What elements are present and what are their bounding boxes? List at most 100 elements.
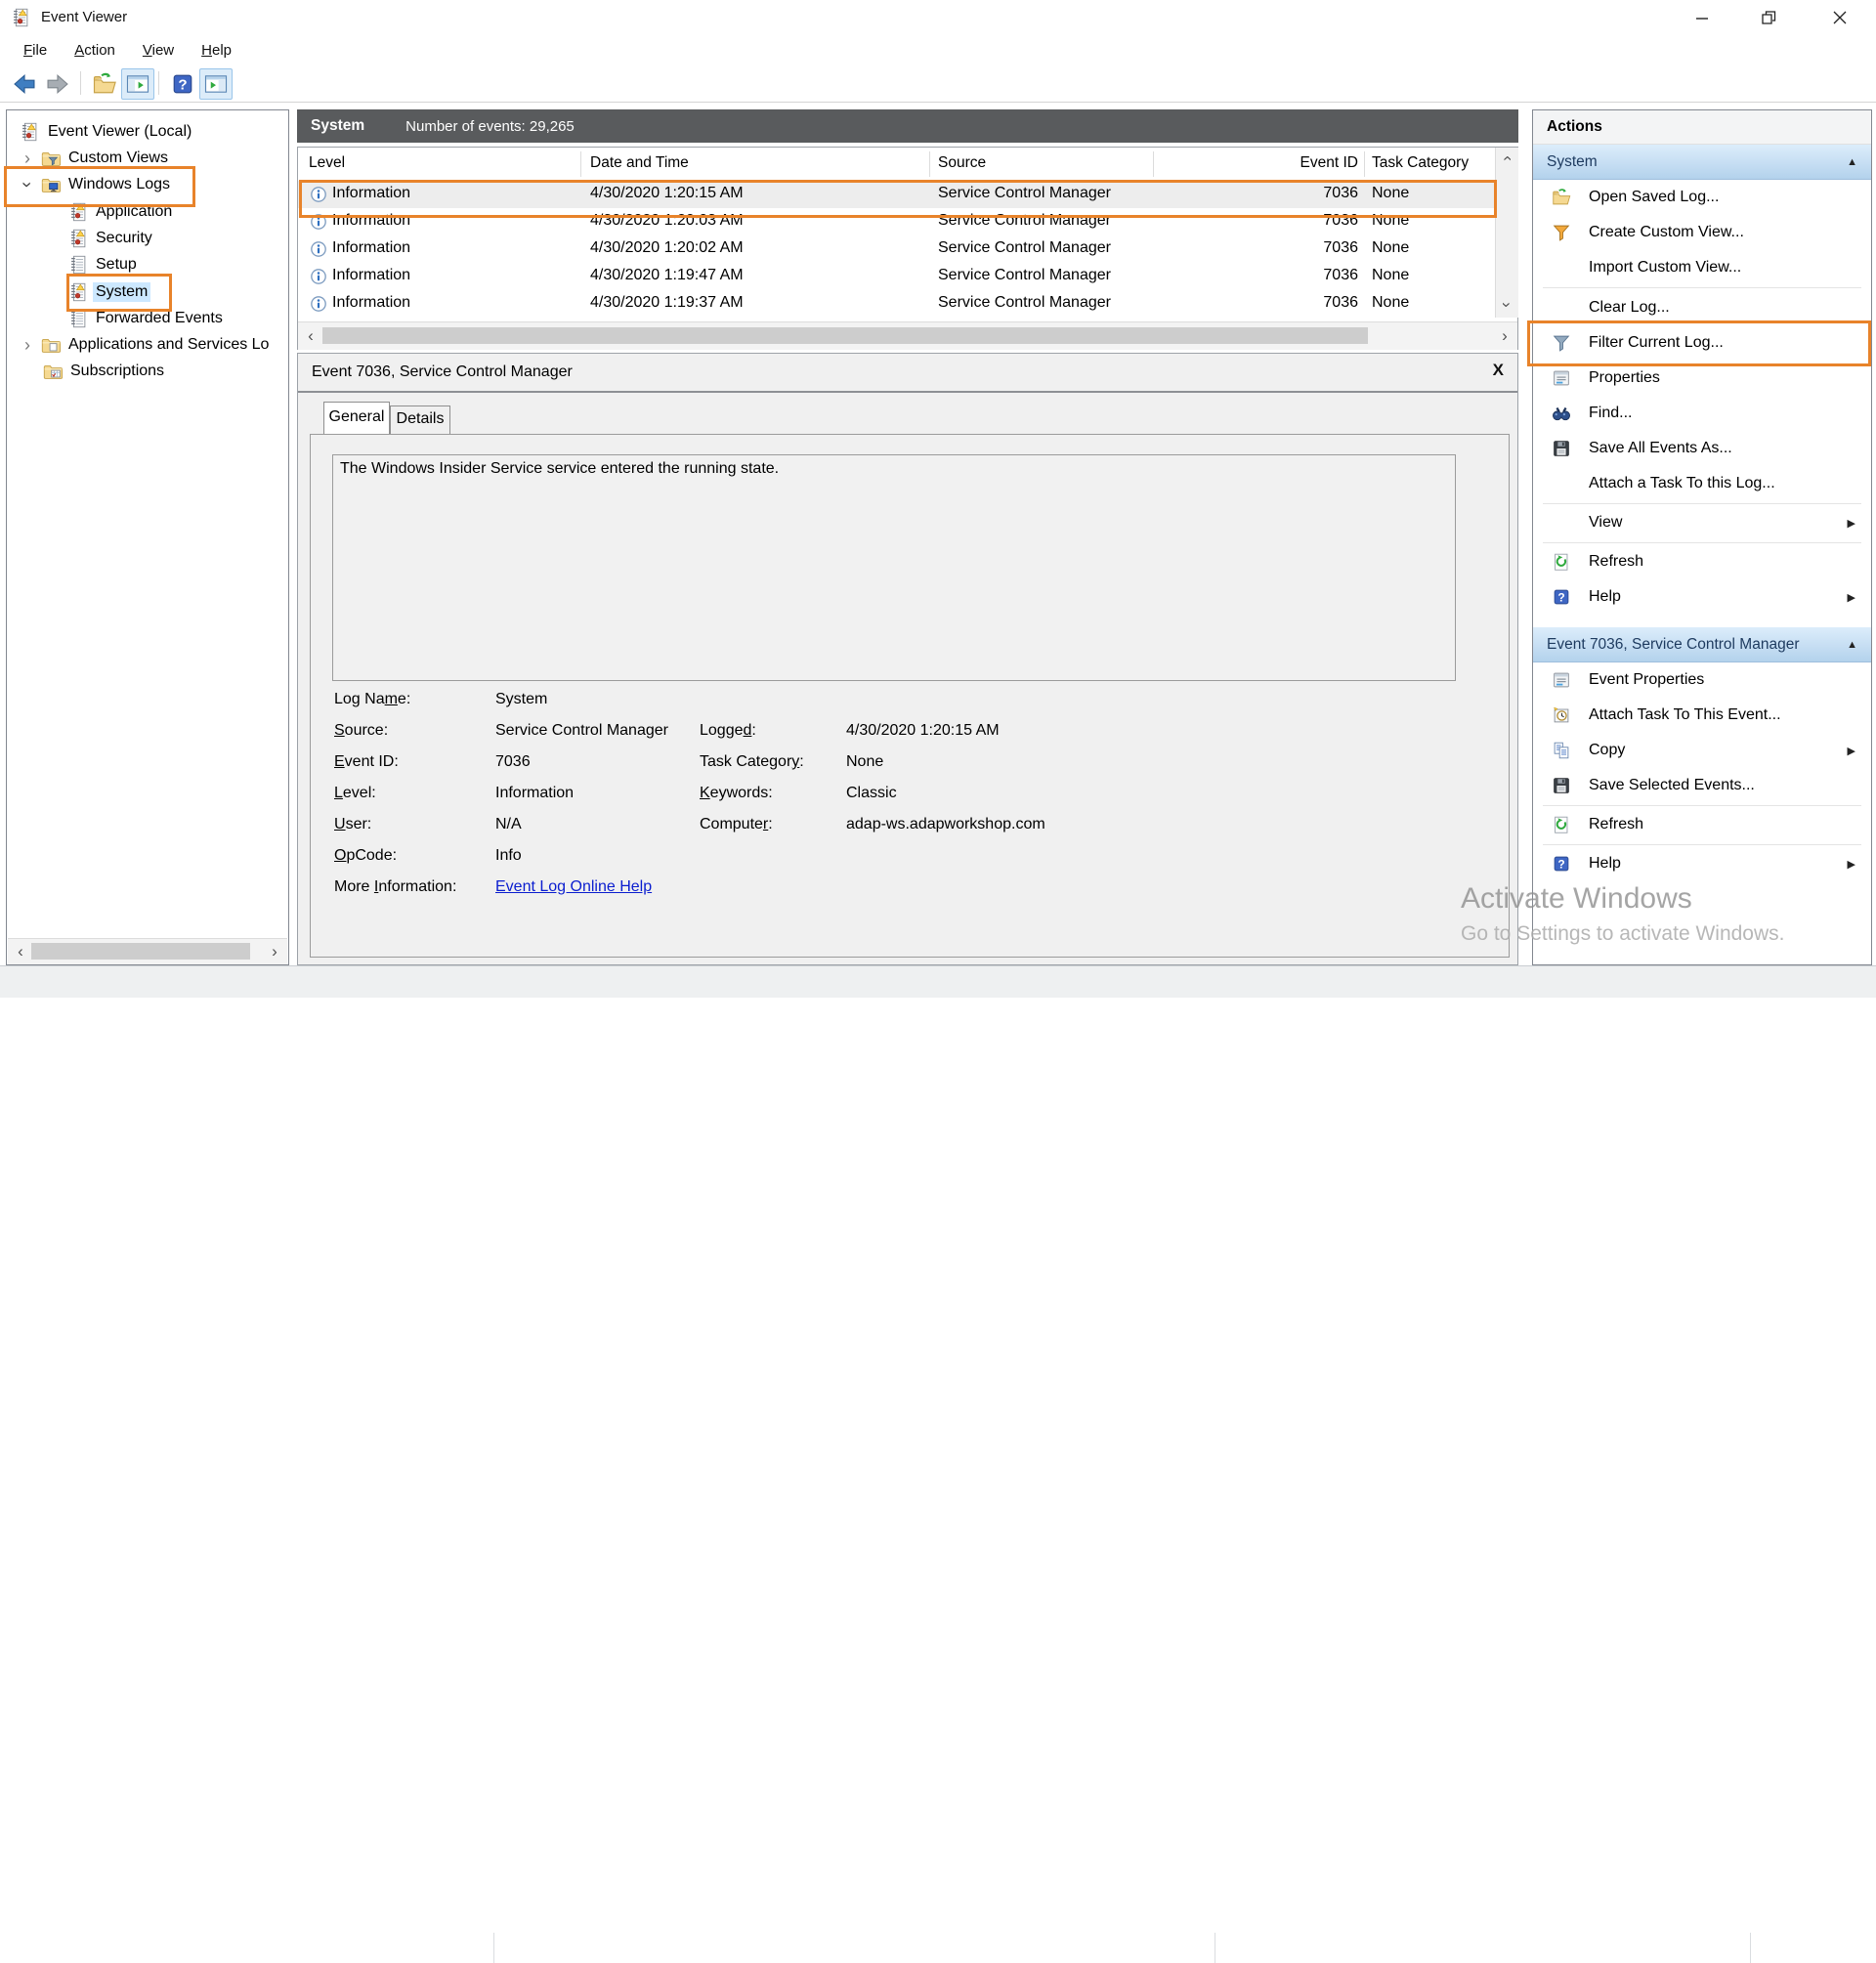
action-import-custom-view[interactable]: Import Custom View... [1533, 250, 1871, 285]
event-log-online-help-link[interactable]: Event Log Online Help [495, 878, 652, 896]
collapse-icon[interactable] [1847, 639, 1857, 651]
scrollbar-thumb[interactable] [322, 327, 1368, 344]
chevron-right-icon[interactable] [21, 151, 34, 165]
event-list-vertical-scrollbar[interactable] [1495, 148, 1518, 318]
tree-item-application[interactable]: Application [7, 198, 286, 225]
menu-help[interactable]: Help [190, 39, 243, 62]
column-header-level[interactable]: Level [309, 154, 345, 172]
field-value-logged: 4/30/2020 1:20:15 AM [846, 722, 1000, 739]
chevron-right-icon[interactable] [21, 338, 34, 352]
action-create-custom-view[interactable]: Create Custom View... [1533, 215, 1871, 250]
cell-datetime: 4/30/2020 1:20:15 AM [590, 185, 744, 201]
scroll-right-icon[interactable] [1496, 323, 1514, 348]
column-divider[interactable] [1364, 151, 1365, 177]
tree-item-custom-views[interactable]: Custom Views [7, 145, 286, 171]
tree-item-security[interactable]: Security [7, 225, 286, 251]
field-value-keywords: Classic [846, 785, 897, 801]
action-save-selected-events[interactable]: Save Selected Events... [1533, 768, 1871, 803]
action-event-properties[interactable]: Event Properties [1533, 662, 1871, 698]
event-list-horizontal-scrollbar[interactable] [298, 321, 1517, 350]
cell-datetime: 4/30/2020 1:19:47 AM [590, 267, 744, 283]
action-refresh-event[interactable]: Refresh [1533, 807, 1871, 842]
actions-section-event-7036[interactable]: Event 7036, Service Control Manager [1533, 627, 1871, 662]
show-action-pane-button[interactable] [199, 68, 233, 100]
apps-services-folder-icon [40, 334, 62, 356]
action-view[interactable]: View [1533, 505, 1871, 540]
tab-details[interactable]: Details [390, 405, 450, 434]
tree-item-event-viewer-local[interactable]: Event Viewer (Local) [7, 118, 286, 145]
event-row[interactable]: Information 4/30/2020 1:19:37 AM Service… [298, 290, 1494, 318]
menu-bar: File Action View Help [0, 36, 1876, 64]
action-help[interactable]: Help [1533, 579, 1871, 615]
tab-general[interactable]: General [323, 402, 390, 434]
tree-item-windows-logs[interactable]: Windows Logs [7, 171, 286, 197]
forward-button[interactable] [41, 68, 74, 100]
scrollbar-thumb[interactable] [31, 943, 250, 960]
scroll-left-icon[interactable] [12, 939, 29, 963]
scroll-right-icon[interactable] [266, 939, 283, 963]
scroll-down-icon[interactable] [1496, 296, 1517, 314]
field-value-source: Service Control Manager [495, 722, 668, 739]
column-divider[interactable] [929, 151, 930, 177]
close-preview-icon[interactable] [1493, 361, 1504, 380]
minimize-button[interactable] [1681, 0, 1724, 35]
action-help-event[interactable]: Help [1533, 846, 1871, 881]
scroll-up-icon[interactable] [1496, 149, 1517, 167]
copy-icon [1551, 740, 1572, 761]
tree-item-forwarded-events[interactable]: Forwarded Events [7, 305, 286, 331]
restore-button[interactable] [1747, 0, 1790, 35]
collapse-icon[interactable] [1847, 156, 1857, 168]
actions-section-system[interactable]: System [1533, 145, 1871, 180]
action-open-saved-log[interactable]: Open Saved Log... [1533, 180, 1871, 215]
tree-item-label: Forwarded Events [96, 309, 223, 326]
menu-file[interactable]: File [12, 39, 59, 62]
close-button[interactable] [1818, 0, 1861, 35]
action-filter-current-log[interactable]: Filter Current Log... [1533, 325, 1871, 361]
save-icon [1551, 438, 1572, 459]
action-copy[interactable]: Copy [1533, 733, 1871, 768]
binoculars-icon [1551, 403, 1572, 424]
event-viewer-icon [19, 121, 40, 143]
back-button[interactable] [8, 68, 41, 100]
chevron-down-icon[interactable] [21, 178, 34, 192]
event-row[interactable]: Information 4/30/2020 1:20:03 AM Service… [298, 208, 1494, 235]
actions-separator [1543, 287, 1861, 288]
help-button[interactable] [166, 68, 199, 100]
field-label-more-information: More Information: [334, 878, 457, 895]
action-refresh[interactable]: Refresh [1533, 544, 1871, 579]
column-header-source[interactable]: Source [938, 154, 986, 172]
tree-item-subscriptions[interactable]: Subscriptions [7, 358, 286, 384]
bottom-strip [0, 965, 1876, 1963]
create-custom-view-funnel-icon [1551, 222, 1572, 243]
menu-view[interactable]: View [131, 39, 186, 62]
event-row-selected[interactable]: Information 4/30/2020 1:20:15 AM Service… [298, 181, 1494, 208]
event-count: Number of events: 29,265 [405, 117, 575, 135]
column-header-date-time[interactable]: Date and Time [590, 154, 689, 172]
tree-horizontal-scrollbar[interactable] [8, 938, 287, 964]
action-clear-log[interactable]: Clear Log... [1533, 290, 1871, 325]
column-header-task-category[interactable]: Task Category [1372, 154, 1469, 172]
column-divider[interactable] [1153, 151, 1154, 177]
field-label-computer: Computer: [700, 816, 773, 832]
event-description-box[interactable]: The Windows Insider Service service ente… [332, 454, 1456, 681]
action-attach-task-to-event[interactable]: Attach Task To This Event... [1533, 698, 1871, 733]
event-row[interactable]: Information 4/30/2020 1:20:02 AM Service… [298, 235, 1494, 263]
log-icon [67, 308, 89, 329]
tree-item-setup[interactable]: Setup [7, 251, 286, 277]
window-title: Event Viewer [41, 9, 128, 25]
action-properties[interactable]: Properties [1533, 361, 1871, 396]
menu-action[interactable]: Action [63, 39, 127, 62]
action-save-all-events-as[interactable]: Save All Events As... [1533, 431, 1871, 466]
column-divider[interactable] [580, 151, 581, 177]
field-value-level: Information [495, 785, 575, 801]
action-attach-task-to-log[interactable]: Attach a Task To this Log... [1533, 466, 1871, 501]
scroll-left-icon[interactable] [302, 323, 320, 348]
column-header-event-id[interactable]: Event ID [1260, 154, 1358, 172]
show-console-tree-button[interactable] [121, 68, 154, 100]
tree-item-system[interactable]: System [7, 278, 286, 305]
tree-item-applications-and-services[interactable]: Applications and Services Lo [7, 331, 286, 358]
action-find[interactable]: Find... [1533, 396, 1871, 431]
field-value-event-id: 7036 [495, 753, 531, 770]
open-saved-log-button[interactable] [88, 68, 121, 100]
event-row[interactable]: Information 4/30/2020 1:19:47 AM Service… [298, 263, 1494, 290]
